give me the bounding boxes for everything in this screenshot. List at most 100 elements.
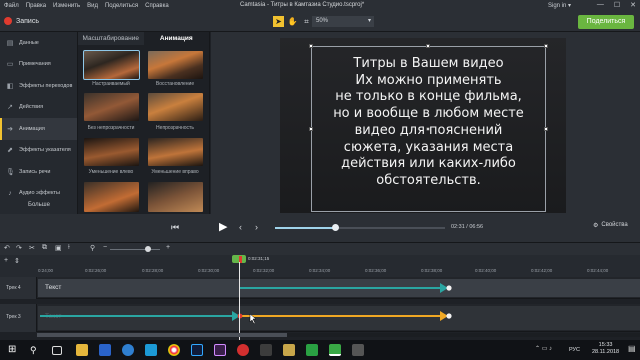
animation-arrow-track3-teal[interactable] (40, 311, 240, 321)
photoshop-icon[interactable] (191, 344, 203, 356)
gallery-thumb-restore[interactable] (148, 51, 203, 79)
cut-icon[interactable]: ✂ (29, 244, 35, 252)
timeline-scroll-thumb[interactable] (37, 333, 287, 337)
timeline-zoom-handle[interactable] (145, 246, 151, 252)
media-icon: ▤ (6, 39, 14, 47)
caption-line: Титры в Вашем видео (353, 56, 504, 71)
skype-alt-icon[interactable] (145, 344, 157, 356)
gallery-thumb-opacity[interactable] (148, 93, 203, 121)
window-controls: — ☐ ✕ (597, 1, 636, 9)
chrome-icon[interactable] (168, 344, 180, 356)
play-icon[interactable]: ▶ (219, 220, 233, 234)
camtasia-icon[interactable] (329, 344, 341, 356)
next-icon[interactable]: › (255, 222, 258, 232)
caption-line: видео для пояснений (354, 122, 503, 138)
gallery-thumb-custom[interactable] (83, 50, 140, 80)
notification-icon[interactable]: ▤ (628, 344, 636, 353)
menu-edit[interactable]: Правка (26, 3, 46, 9)
zoom-search-icon[interactable]: ⚲ (90, 244, 95, 252)
task-view-icon[interactable] (52, 346, 62, 355)
close-icon[interactable]: ✕ (630, 1, 636, 9)
sidebar-item-transitions[interactable]: ◧ Эффекты переходов (0, 75, 77, 97)
add-track-icon[interactable]: + (4, 257, 8, 264)
gallery-thumb-scale-right[interactable] (148, 138, 203, 166)
sidebar-item-label: Эффекты указателя (19, 147, 71, 154)
sidebar-item-audio-effects[interactable]: ♪ Аудио эффекты (0, 183, 77, 205)
more-button[interactable]: Больше (0, 202, 78, 208)
share-button[interactable]: Поделиться (578, 15, 634, 29)
sidebar-item-voice-narration[interactable]: 🎙 Запись речи (0, 161, 77, 183)
record-button[interactable]: Запись (4, 17, 39, 25)
gallery-thumb-7[interactable] (84, 182, 139, 212)
windows-start-icon[interactable]: ⊞ (8, 344, 20, 356)
timeline-zoom-slider[interactable] (110, 249, 160, 250)
sign-in-link[interactable]: Sign in ▾ (548, 2, 571, 9)
app-icon[interactable] (283, 344, 295, 356)
sidebar-item-behaviors[interactable]: ↗ Действия (0, 97, 77, 119)
step-back-icon[interactable]: ⏮ (171, 222, 179, 233)
clock-time: 15:33 (598, 342, 613, 348)
menu-modify[interactable]: Изменить (53, 3, 80, 9)
resize-handle[interactable] (544, 44, 548, 48)
pan-tool-icon[interactable]: ✋ (287, 16, 298, 27)
sidebar-item-cursor-effects[interactable]: ⬈ Эффекты указателя (0, 140, 77, 162)
gallery-thumb-8[interactable] (148, 182, 203, 212)
gallery-thumb-scale-left[interactable] (84, 138, 139, 166)
record-label: Запись (16, 17, 39, 25)
premiere-icon[interactable] (214, 344, 226, 356)
sidebar-item-label: Данные (19, 39, 39, 46)
prev-icon[interactable]: ‹ (239, 222, 242, 232)
minimize-icon[interactable]: — (597, 1, 604, 9)
zoom-in-icon[interactable]: + (166, 244, 170, 251)
app-icon[interactable] (260, 344, 272, 356)
caption-text[interactable]: Титры в Вашем видео Их можно применять н… (311, 56, 546, 190)
menu-share[interactable]: Поделиться (105, 3, 138, 9)
collapse-icon[interactable]: ⇕ (14, 257, 20, 265)
sidebar-item-label: Примечания (19, 61, 51, 68)
menu-file[interactable]: Файл (4, 3, 19, 9)
gallery-thumb-no-opacity[interactable] (84, 93, 139, 121)
resize-handle[interactable] (426, 44, 430, 48)
resize-handle[interactable] (309, 44, 313, 48)
tab-zoom[interactable]: Масштабирование (78, 32, 144, 45)
playhead-line (239, 262, 240, 344)
skype-icon[interactable] (122, 344, 134, 356)
search-icon[interactable]: ⚲ (30, 344, 42, 356)
system-clock[interactable]: 15:33 28.11.2018 (592, 342, 619, 356)
crop-tool-icon[interactable]: ⌗ (301, 16, 312, 27)
app-icon[interactable] (352, 344, 364, 356)
opera-icon[interactable] (237, 344, 249, 356)
file-explorer-icon[interactable] (76, 344, 88, 356)
sidebar-item-annotations[interactable]: ▭ Примечания (0, 54, 77, 76)
sidebar-item-animations[interactable]: ➜ Анимация (0, 118, 77, 140)
split-icon[interactable]: ⟊ (68, 244, 70, 252)
zoom-select[interactable]: 50% ▾ (312, 16, 374, 27)
scrubber-handle[interactable] (332, 224, 339, 231)
undo-icon[interactable]: ↶ (4, 244, 10, 252)
menu-view[interactable]: Вид (87, 3, 98, 9)
animation-arrow-track3-orange[interactable] (237, 311, 452, 321)
sidebar-item-label: Эффекты переходов (19, 82, 73, 89)
tray-icons[interactable]: ⌃ ▭ ♪ (535, 345, 552, 352)
timeline-ruler[interactable]: + ⇕ 0:24;00 0:02:26;00 0:02:28;00 0:02:3… (0, 255, 640, 277)
properties-button[interactable]: ⚙ Свойства (593, 222, 628, 229)
timeline-toolbar: ↶ ↷ ✂ ⧉ ▣ ⟊ ⚲ − + (0, 242, 640, 255)
gallery-tabs: Масштабирование Анимация (78, 32, 209, 45)
redo-icon[interactable]: ↷ (16, 244, 22, 252)
video-canvas[interactable]: Титры в Вашем видео Их можно применять н… (280, 38, 566, 213)
sidebar-item-media[interactable]: ▤ Данные (0, 32, 77, 54)
word-icon[interactable] (99, 344, 111, 356)
tab-animations[interactable]: Анимация (143, 32, 209, 45)
clock-date: 28.11.2018 (592, 349, 620, 355)
zoom-out-icon[interactable]: − (103, 244, 107, 251)
maximize-icon[interactable]: ☐ (614, 1, 620, 9)
camtasia-recorder-icon[interactable] (306, 344, 318, 356)
playhead-time: 0:02:31;15 (248, 256, 270, 261)
paste-icon[interactable]: ▣ (55, 244, 62, 252)
gallery-label: Уменьшение вправо (151, 169, 199, 175)
select-tool-icon[interactable]: ➤ (273, 16, 284, 27)
language-indicator[interactable]: РУС (569, 347, 580, 353)
animation-arrow-track4[interactable] (240, 283, 452, 293)
menu-help[interactable]: Справка (145, 3, 169, 9)
copy-icon[interactable]: ⧉ (42, 244, 47, 252)
